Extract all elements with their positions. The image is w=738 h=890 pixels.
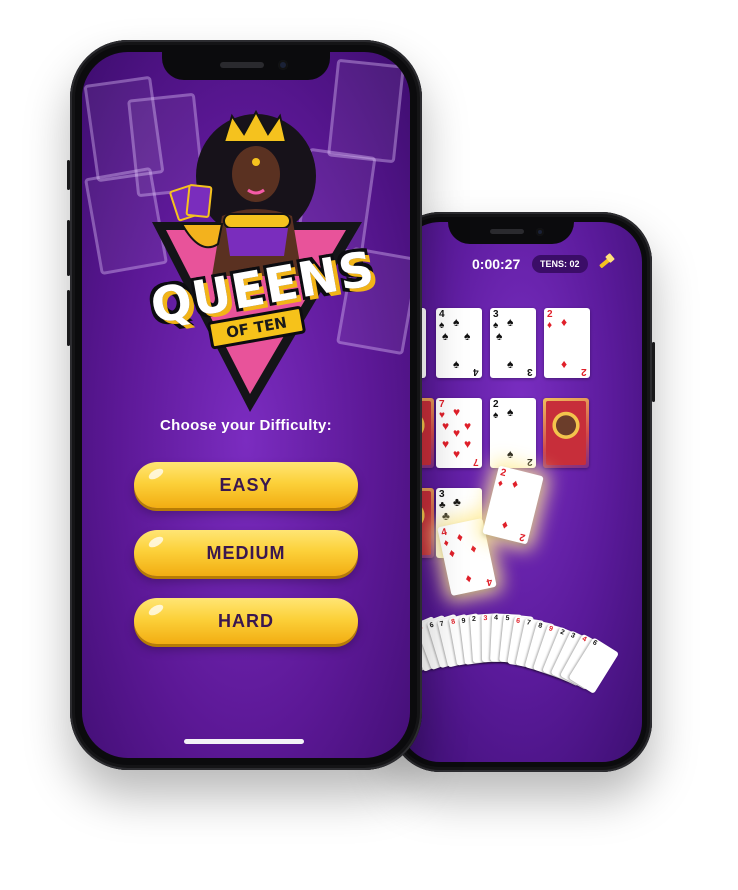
card-rank-bottom: 3 bbox=[527, 366, 533, 377]
camera-icon bbox=[278, 60, 288, 70]
volume-down-button bbox=[67, 290, 70, 346]
card-pip: ♠ bbox=[507, 357, 514, 371]
card-pip: ♣ bbox=[442, 509, 450, 523]
playing-card[interactable]: 7 ♥ 7 ♥ ♥ ♥ ♥ ♥ ♥ ♥ bbox=[436, 398, 482, 468]
card-pip: ♥ bbox=[464, 437, 472, 451]
card-rank: 3 bbox=[493, 309, 499, 320]
menu-phone: QUEENS OF TEN Choose your Difficulty: EA… bbox=[67, 40, 422, 770]
crown-icon bbox=[222, 109, 288, 143]
fan-card-rank: 8 bbox=[537, 622, 543, 631]
card-rank: 2 bbox=[547, 309, 553, 320]
camera-icon bbox=[536, 228, 544, 236]
card-rank-bottom: 4 bbox=[485, 575, 494, 588]
fan-card-rank: 4 bbox=[494, 614, 499, 622]
game-timer: 0:00:27 bbox=[472, 256, 521, 272]
playing-card[interactable]: 2 ♠ 2 ♠ ♠ bbox=[490, 398, 536, 468]
card-suit: ♦ bbox=[547, 320, 553, 331]
card-pip: ♠ bbox=[496, 329, 503, 343]
playing-card[interactable]: 3 ♠ 3 ♠ ♠ ♠ bbox=[490, 308, 536, 378]
fan-card-rank: 4 bbox=[580, 635, 588, 644]
card-pip: ♦ bbox=[561, 357, 568, 371]
fan-card-rank: 2 bbox=[472, 615, 477, 624]
card-rank: 3 bbox=[439, 489, 445, 500]
notch bbox=[162, 52, 330, 80]
card-pip: ♥ bbox=[442, 419, 450, 433]
card-pip: ♥ bbox=[442, 437, 450, 451]
card-pip: ♠ bbox=[453, 315, 460, 329]
fan-card-rank: 9 bbox=[461, 616, 466, 625]
card-pip: ♠ bbox=[507, 315, 514, 329]
card-pip: ♥ bbox=[453, 426, 461, 440]
card-rank-bottom: 2 bbox=[518, 530, 527, 543]
card-rank: 4 bbox=[439, 309, 445, 320]
fan-card-rank: 8 bbox=[450, 618, 456, 626]
notch bbox=[448, 222, 574, 244]
medium-button[interactable]: MEDIUM bbox=[134, 530, 358, 576]
card-suit: ♦ bbox=[496, 477, 505, 490]
card-pip: ♠ bbox=[464, 329, 471, 343]
fan-card-rank: 7 bbox=[526, 619, 532, 628]
card-rank: 7 bbox=[439, 399, 445, 410]
mute-switch bbox=[67, 160, 70, 190]
fan-card-rank: 2 bbox=[558, 628, 566, 637]
card-pip: ♦ bbox=[455, 529, 465, 545]
power-button bbox=[652, 342, 655, 402]
card-rank: 2 bbox=[493, 399, 499, 410]
fan-card-rank: 6 bbox=[515, 617, 521, 625]
playing-card[interactable]: 2 ♦ 2 ♦ ♦ bbox=[544, 308, 590, 378]
card-pip: ♣ bbox=[453, 495, 461, 509]
game-screen: 0:00:27 TENS: 02 ♠ 23456789234567892346 … bbox=[400, 222, 642, 762]
card-pip: ♠ bbox=[507, 405, 514, 419]
tens-badge: TENS: 02 bbox=[532, 255, 588, 273]
home-indicator[interactable] bbox=[184, 739, 304, 744]
volume-up-button bbox=[67, 220, 70, 276]
difficulty-prompt: Choose your Difficulty: bbox=[160, 417, 332, 434]
card-pip: ♦ bbox=[447, 545, 457, 561]
hammer-icon[interactable] bbox=[596, 252, 616, 272]
menu-screen: QUEENS OF TEN Choose your Difficulty: EA… bbox=[82, 52, 410, 758]
fan-card-rank: 3 bbox=[483, 615, 488, 623]
card-pip: ♦ bbox=[500, 517, 510, 533]
hard-button[interactable]: HARD bbox=[134, 598, 358, 644]
card-pip: ♦ bbox=[510, 476, 520, 492]
card-pip: ♦ bbox=[464, 570, 473, 586]
fan-card-rank: 5 bbox=[504, 615, 510, 623]
easy-button[interactable]: EASY bbox=[134, 462, 358, 508]
dragged-card[interactable]: 2 ♦ 2 ♦ ♦ bbox=[482, 465, 544, 545]
playing-card[interactable]: 4 ♠ 4 ♠ ♠ ♠ ♠ bbox=[436, 308, 482, 378]
game-phone: 0:00:27 TENS: 02 ♠ 23456789234567892346 … bbox=[390, 212, 655, 772]
card-rank-bottom: 2 bbox=[527, 456, 533, 467]
game-logo: QUEENS OF TEN bbox=[132, 109, 380, 412]
card-rank-bottom: 4 bbox=[473, 366, 479, 377]
card-pip: ♥ bbox=[464, 419, 472, 433]
queen-card[interactable] bbox=[543, 398, 589, 468]
card-pip: ♠ bbox=[453, 357, 460, 371]
fan-card-rank: 6 bbox=[428, 622, 435, 630]
card-pip: ♥ bbox=[453, 405, 461, 419]
fan-card-rank: 3 bbox=[569, 631, 577, 640]
card-rank-bottom: 7 bbox=[473, 456, 479, 467]
card-suit: ♠ bbox=[493, 410, 499, 421]
fan-card-rank: 9 bbox=[548, 625, 554, 634]
card-pip: ♥ bbox=[453, 447, 461, 461]
card-pip: ♦ bbox=[468, 540, 478, 556]
card-pip: ♠ bbox=[442, 329, 449, 343]
card-pip: ♠ bbox=[507, 447, 514, 461]
fan-card-rank: 7 bbox=[439, 620, 445, 628]
fan-card-rank: 6 bbox=[591, 639, 599, 648]
card-pip: ♦ bbox=[561, 315, 568, 329]
card-rank-bottom: 2 bbox=[581, 366, 587, 377]
